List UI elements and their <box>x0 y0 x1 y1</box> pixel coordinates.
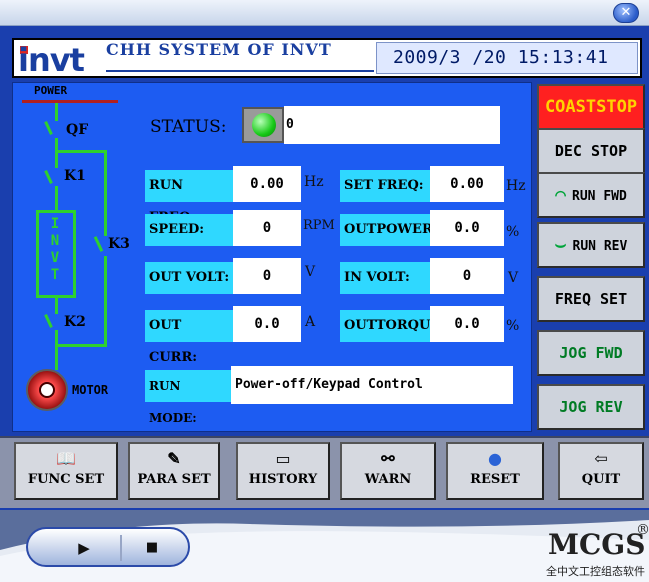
binoculars-icon: ⚯ <box>381 449 395 468</box>
out-volt-value: 0 <box>233 258 301 294</box>
exit-door-icon: ⇦ <box>594 449 608 468</box>
k3-label: K3 <box>108 236 130 252</box>
inverter-label: INVT <box>50 216 60 283</box>
outtorqu-label: OUTTORQU: <box>340 310 435 342</box>
wire-segment <box>55 150 107 153</box>
wire-segment <box>104 150 107 236</box>
media-player-control: ▶ ■ <box>26 527 190 567</box>
run-rev-label: RUN REV <box>572 239 628 254</box>
window-titlebar: ✕ <box>0 0 649 26</box>
jog-fwd-button[interactable]: JOG FWD <box>537 330 645 376</box>
in-volt-value: 0 <box>430 258 504 294</box>
outtorqu-value: 0.0 <box>430 306 504 342</box>
qf-label: QF <box>66 122 89 138</box>
player-divider <box>120 535 122 561</box>
run-mode-value: Power-off/Keypad Control <box>231 366 513 404</box>
reset-label: RESET <box>470 472 520 487</box>
para-set-label: PARA SET <box>137 472 211 487</box>
run-mode-label: RUN MODE: <box>145 370 231 425</box>
speed-unit: RPM <box>303 218 335 233</box>
set-freq-value: 0.00 <box>430 166 504 202</box>
in-volt-label: IN VOLT: <box>340 262 430 294</box>
close-button[interactable]: ✕ <box>613 3 639 23</box>
speed-value: 0 <box>233 210 301 246</box>
warn-button[interactable]: ⚯ WARN <box>340 442 436 500</box>
dec-stop-button[interactable]: DEC STOP <box>537 128 645 174</box>
run-freq-label: RUN FREQ: <box>145 170 233 225</box>
outpower-unit: % <box>506 224 520 240</box>
registered-mark: ® <box>636 522 649 538</box>
reset-button[interactable]: ● RESET <box>446 442 544 500</box>
title-underline <box>106 70 374 72</box>
outpower-label: OUTPOWER: <box>340 214 438 246</box>
mcgs-subtitle: 全中文工控组态软件 <box>546 565 645 578</box>
status-value: 0 <box>284 106 500 144</box>
status-label: STATUS: <box>150 117 227 137</box>
monitor-icon: ▭ <box>275 449 291 468</box>
history-label: HISTORY <box>248 472 318 487</box>
set-freq-label: SET FREQ: <box>340 170 430 202</box>
func-set-label: FUNC SET <box>27 472 105 487</box>
wire-segment <box>55 186 58 210</box>
run-fwd-button[interactable]: ⌒ RUN FWD <box>537 172 645 218</box>
speed-label: SPEED: <box>145 214 233 246</box>
quit-label: QUIT <box>581 472 621 487</box>
out-curr-value: 0.0 <box>233 306 301 342</box>
outtorqu-unit: % <box>506 318 520 334</box>
book-icon: 📖 <box>56 449 76 468</box>
status-led-icon <box>252 113 276 137</box>
stop-button[interactable]: ■ <box>132 537 172 559</box>
out-volt-unit: V <box>305 264 316 280</box>
run-freq-unit: Hz <box>304 174 324 190</box>
outpower-value: 0.0 <box>430 210 504 246</box>
datetime-display: 2009/3 /20 15:13:41 <box>376 42 638 74</box>
warn-label: WARN <box>364 472 412 487</box>
mcgs-logo: MCGS <box>548 528 646 561</box>
power-label: POWER <box>34 84 68 97</box>
pencil-icon: ✎ <box>167 449 181 468</box>
out-curr-unit: A <box>305 314 316 330</box>
wire-segment <box>55 330 58 370</box>
close-icon: ✕ <box>620 5 632 20</box>
jog-rev-button[interactable]: JOG REV <box>537 384 645 430</box>
out-volt-label: OUT VOLT: <box>145 262 233 294</box>
run-rev-arrow-icon: ⌣ <box>554 234 567 255</box>
globe-icon: ● <box>488 449 502 468</box>
wire-segment <box>55 103 58 121</box>
para-set-button[interactable]: ✎ PARA SET <box>128 442 220 500</box>
quit-button[interactable]: ⇦ QUIT <box>558 442 644 500</box>
fan-icon <box>39 382 55 398</box>
play-button[interactable]: ▶ <box>54 537 114 559</box>
set-freq-unit: Hz <box>506 178 526 194</box>
run-fwd-label: RUN FWD <box>572 189 627 204</box>
invt-logo: invt <box>18 41 85 79</box>
wire-segment <box>104 256 107 346</box>
coaststop-button[interactable]: COASTSTOP <box>537 84 645 130</box>
run-fwd-arrow-icon: ⌒ <box>555 184 567 205</box>
wire-segment <box>55 344 107 347</box>
stop-icon: ■ <box>145 540 159 555</box>
k1-label: K1 <box>64 168 86 184</box>
motor-label: MOTOR <box>72 383 109 397</box>
func-set-button[interactable]: 📖 FUNC SET <box>14 442 118 500</box>
freq-set-button[interactable]: FREQ SET <box>537 276 645 322</box>
header-bar: invt CHH SYSTEM OF INVT 2009/3 /20 15:13… <box>12 38 642 79</box>
run-freq-value: 0.00 <box>233 166 301 202</box>
k2-label: K2 <box>64 314 86 330</box>
play-icon: ▶ <box>78 539 90 557</box>
wire-segment <box>55 298 58 314</box>
history-button[interactable]: ▭ HISTORY <box>236 442 330 500</box>
wire-segment <box>55 152 58 168</box>
run-rev-button[interactable]: ⌣ RUN REV <box>537 222 645 268</box>
out-curr-label: OUT CURR: <box>145 310 233 365</box>
in-volt-unit: V <box>508 270 519 286</box>
system-title: CHH SYSTEM OF INVT <box>106 40 332 59</box>
status-indicator <box>242 107 284 143</box>
motor-icon <box>26 369 68 411</box>
power-busbar <box>22 100 118 103</box>
